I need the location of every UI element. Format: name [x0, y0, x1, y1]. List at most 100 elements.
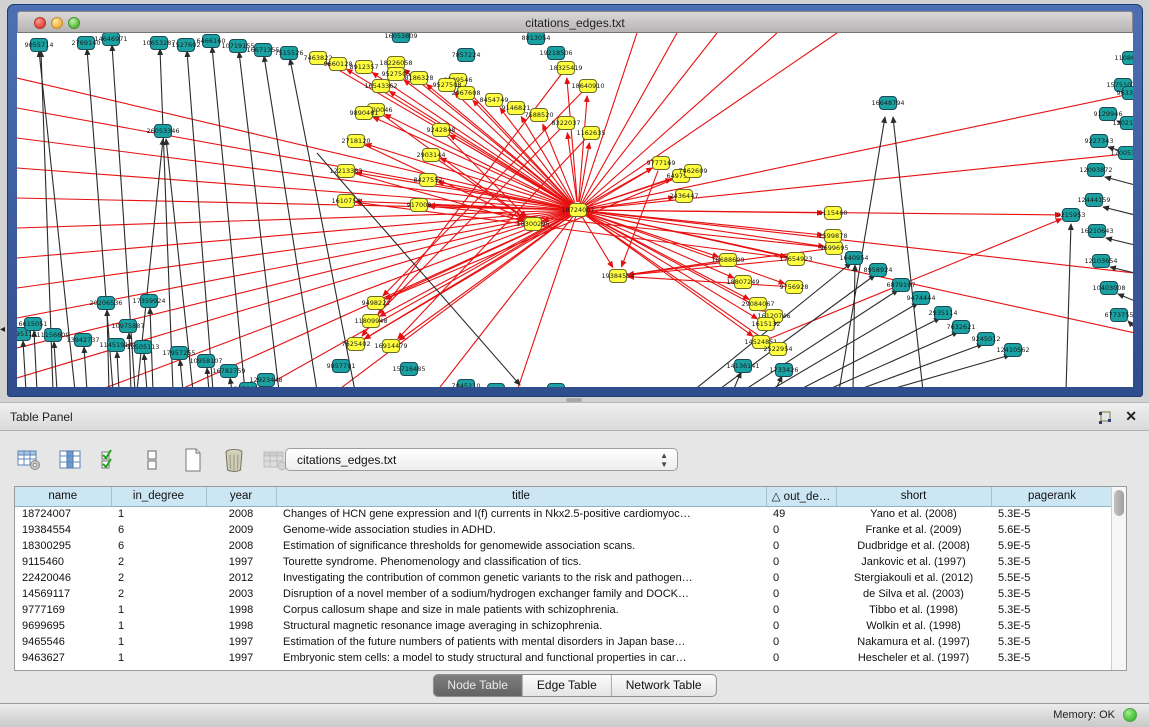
graph-node[interactable]: 16914479 — [374, 340, 407, 353]
graph-node[interactable]: 11086525 — [1114, 52, 1133, 65]
graph-node[interactable]: 11929014 — [539, 384, 572, 388]
graph-node[interactable]: 10975887 — [111, 320, 144, 333]
graph-node[interactable]: 11809948 — [354, 315, 387, 328]
graph-node[interactable]: 7625402 — [342, 338, 371, 351]
graph-node[interactable]: 12093872 — [1079, 164, 1112, 177]
network-canvas[interactable]: 1872400718325419186409108322037116263575… — [17, 33, 1133, 387]
graph-node[interactable]: 9756928 — [780, 281, 809, 294]
graph-node[interactable]: 8912357 — [350, 61, 379, 74]
table-row[interactable]: 946362711997Embryonic stem cells: a mode… — [15, 650, 1113, 666]
tab-network-table[interactable]: Network Table — [612, 675, 716, 696]
table-select-dropdown[interactable]: citations_edges.txt ▲▼ — [285, 448, 678, 471]
table-row[interactable]: 1830029562008Estimation of significance … — [15, 538, 1113, 554]
graph-node[interactable]: 9055714 — [25, 39, 54, 52]
table-row[interactable]: 1872400712008Changes of HCN gene express… — [15, 506, 1113, 522]
graph-node[interactable]: 16210643 — [1080, 225, 1113, 238]
table-header-row[interactable]: namein_degreeyeartitle△ out_de…shortpage… — [15, 487, 1113, 506]
graph-node[interactable]: 12213383 — [329, 165, 362, 178]
graph-node[interactable]: 11156809 — [36, 329, 69, 342]
tab-edge-table[interactable]: Edge Table — [523, 675, 612, 696]
graph-node[interactable]: 9245012 — [972, 333, 1001, 346]
close-panel-icon[interactable]: ✕ — [1125, 408, 1137, 425]
graph-node[interactable]: 14136141 — [726, 360, 759, 373]
graph-node[interactable]: 12103654 — [1084, 255, 1117, 268]
graph-node[interactable]: 17005336 — [1110, 147, 1133, 160]
delete-table-icon[interactable] — [221, 448, 247, 472]
graph-node[interactable]: 13942737 — [66, 334, 99, 347]
graph-node[interactable]: 16053809 — [384, 33, 417, 43]
column-header-year[interactable]: year — [206, 487, 276, 506]
graph-node[interactable]: 8322037 — [552, 117, 581, 130]
graph-node[interactable]: 18640910 — [571, 80, 604, 93]
column-header-name[interactable]: name — [15, 487, 111, 506]
column-header-out_de[interactable]: △ out_de… — [766, 487, 836, 506]
graph-node[interactable]: 29084067 — [741, 298, 774, 311]
graph-node[interactable]: 1640954 — [840, 252, 869, 265]
table-scrollbar-thumb[interactable] — [1114, 490, 1124, 516]
table-row[interactable]: 1938455462009Genome-wide association stu… — [15, 522, 1113, 538]
graph-node[interactable]: 9498222 — [362, 297, 391, 310]
graph-node[interactable]: 17359924 — [132, 295, 165, 308]
graph-node[interactable]: 16782759 — [212, 365, 245, 378]
graph-node[interactable]: 12444159 — [1077, 194, 1110, 207]
graph-node[interactable]: 17654923 — [779, 253, 812, 266]
graph-node[interactable]: 10958107 — [189, 355, 222, 368]
graph-node[interactable]: 10403008 — [1092, 282, 1125, 295]
column-header-short[interactable]: short — [836, 487, 991, 506]
graph-node[interactable]: 16648794 — [871, 97, 904, 110]
select-columns-icon[interactable] — [98, 448, 124, 472]
graph-node[interactable]: 12021292 — [1112, 117, 1133, 130]
graph-node[interactable]: 7515526 — [275, 47, 304, 60]
graph-node[interactable]: 2935114 — [929, 307, 958, 320]
column-header-in_degree[interactable]: in_degree — [111, 487, 206, 506]
graph-node[interactable]: 1162635 — [577, 127, 606, 140]
graph-node[interactable]: 6773755 — [1105, 309, 1133, 322]
table-scrollbar[interactable] — [1111, 487, 1126, 670]
table-settings-icon[interactable] — [16, 448, 42, 472]
column-header-title[interactable]: title — [276, 487, 766, 506]
graph-node[interactable]: 19384554 — [601, 270, 634, 283]
graph-node[interactable]: 1733426 — [770, 364, 799, 377]
graph-node[interactable]: 9474444 — [907, 292, 936, 305]
graph-node[interactable]: 18807249 — [726, 276, 759, 289]
table-row[interactable]: 2242004622012Investigating the contribut… — [15, 570, 1113, 586]
show-column-icon[interactable] — [57, 448, 83, 472]
table-row[interactable]: 1456911722003Disruption of a novel membe… — [15, 586, 1113, 602]
graph-node[interactable]: 7632621 — [947, 321, 976, 334]
graph-node[interactable]: 9115460 — [819, 207, 848, 220]
window-titlebar[interactable]: citations_edges.txt — [17, 11, 1133, 33]
graph-node[interactable]: 10234967 — [479, 384, 512, 388]
graph-node[interactable]: 20206536 — [89, 297, 122, 310]
graph-node[interactable]: 1615132 — [752, 318, 781, 331]
graph-node[interactable]: 9242848 — [427, 124, 456, 137]
graph-node[interactable]: 917008 — [407, 199, 432, 212]
graph-node[interactable]: 9699695 — [820, 242, 849, 255]
column-header-pagerank[interactable]: pagerank — [991, 487, 1113, 506]
graph-node[interactable]: 1599878 — [819, 230, 848, 243]
table-row[interactable]: 911546021997Tourette syndrome. Phenomeno… — [15, 554, 1113, 570]
graph-node[interactable]: 9227343 — [1085, 135, 1114, 148]
graph-node[interactable]: 15716485 — [392, 363, 425, 376]
graph-node[interactable]: 26053346 — [146, 125, 179, 138]
panel-collapse-arrow[interactable]: ◂ — [0, 324, 5, 335]
stacked-squares-icon[interactable] — [139, 448, 165, 472]
graph-node[interactable]: 9777169 — [647, 157, 676, 170]
graph-node[interactable]: 7857224 — [452, 49, 481, 62]
graph-node[interactable]: 8813054 — [522, 33, 551, 45]
graph-node[interactable]: 2903144 — [417, 149, 446, 162]
graph-node[interactable]: 18325419 — [549, 62, 582, 75]
graph-node[interactable]: 9660128 — [324, 58, 353, 71]
float-panel-icon[interactable] — [1097, 410, 1113, 426]
graph-node[interactable]: 16543362 — [364, 80, 397, 93]
table-row[interactable]: 946554611997Estimation of the future num… — [15, 634, 1113, 650]
graph-node[interactable]: 9633715 — [1117, 87, 1133, 100]
graph-node[interactable]: 12505113 — [126, 341, 159, 354]
new-table-icon[interactable] — [180, 448, 206, 472]
graph-node[interactable]: 7845210 — [452, 380, 481, 388]
graph-node[interactable]: 6879197 — [887, 279, 916, 292]
tab-node-table[interactable]: Node Table — [433, 675, 523, 696]
graph-node[interactable]: 19218506 — [539, 47, 572, 60]
graph-node[interactable]: 12410562 — [996, 344, 1029, 357]
table-row[interactable]: 969969511998Structural magnetic resonanc… — [15, 618, 1113, 634]
table-row[interactable]: 977716911998Corpus callosum shape and si… — [15, 602, 1113, 618]
